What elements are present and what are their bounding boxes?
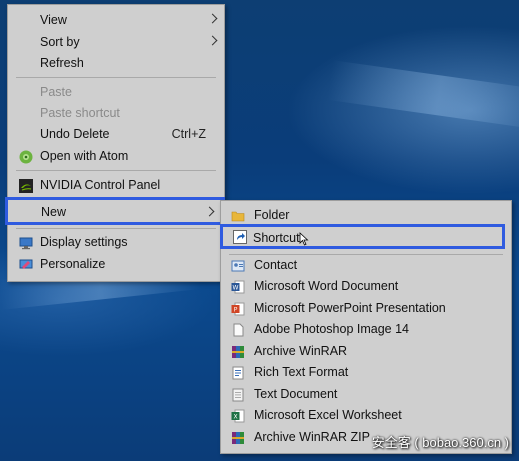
text-document-icon (231, 388, 245, 402)
menu-item-label: View (40, 13, 67, 27)
winrar-zip-icon (231, 431, 245, 445)
shortcut-icon (233, 230, 247, 244)
menu-item-refresh[interactable]: Refresh (8, 53, 224, 74)
submenu-item-powerpoint-presentation[interactable]: P Microsoft PowerPoint Presentation (221, 298, 511, 319)
excel-icon: X (231, 409, 245, 423)
submenu-item-label: Microsoft Excel Worksheet (254, 408, 402, 422)
svg-text:X: X (233, 414, 237, 421)
menu-item-paste[interactable]: Paste (8, 82, 224, 103)
menu-item-undo-delete[interactable]: Undo Delete Ctrl+Z (8, 124, 224, 145)
submenu-item-label: Rich Text Format (254, 365, 349, 379)
submenu-item-label: Microsoft Word Document (254, 279, 399, 293)
menu-item-label: Display settings (40, 235, 128, 249)
light-beam (327, 60, 519, 131)
rich-text-icon (231, 366, 245, 380)
chevron-right-icon (207, 35, 218, 46)
submenu-item-contact[interactable]: Contact (221, 255, 511, 276)
submenu-item-label: Text Document (254, 387, 338, 401)
menu-item-new[interactable]: New (5, 197, 225, 225)
submenu-item-label: Contact (254, 258, 298, 272)
svg-text:W: W (233, 285, 239, 292)
submenu-item-folder[interactable]: Folder (221, 205, 511, 226)
new-submenu: Folder Shortcut Contact W Microsoft Word… (220, 200, 512, 454)
chevron-right-icon (207, 13, 218, 24)
menu-separator (16, 77, 216, 78)
blank-document-icon (231, 323, 245, 337)
svg-text:P: P (234, 307, 238, 314)
menu-item-sort-by[interactable]: Sort by (8, 32, 224, 53)
submenu-item-excel-worksheet[interactable]: X Microsoft Excel Worksheet (221, 405, 511, 426)
menu-item-label: Refresh (40, 56, 84, 70)
submenu-item-label: Shortcut (253, 231, 300, 245)
contact-icon (231, 259, 245, 273)
menu-item-display-settings[interactable]: Display settings (8, 232, 224, 253)
menu-item-paste-shortcut[interactable]: Paste shortcut (8, 103, 224, 124)
menu-item-label: New (41, 205, 67, 219)
folder-icon (231, 209, 245, 223)
menu-item-open-with-atom[interactable]: Open with Atom (8, 146, 224, 167)
desktop-context-menu: View Sort by Refresh Paste Paste shortcu… (5, 4, 225, 282)
submenu-item-rich-text-format[interactable]: Rich Text Format (221, 362, 511, 383)
menu-item-label: Sort by (40, 35, 80, 49)
submenu-item-label: Folder (254, 208, 290, 222)
submenu-item-label: Microsoft PowerPoint Presentation (254, 301, 446, 315)
winrar-icon (231, 345, 245, 359)
menu-item-label: Open with Atom (40, 149, 129, 163)
submenu-item-label: Archive WinRAR (254, 344, 348, 358)
word-document-icon: W (231, 280, 245, 294)
mouse-cursor-icon (299, 232, 309, 246)
personalize-icon (19, 258, 33, 272)
menu-item-label: Undo Delete (40, 127, 110, 141)
submenu-item-photoshop-image[interactable]: Adobe Photoshop Image 14 (221, 319, 511, 340)
menu-item-label: Personalize (40, 257, 106, 271)
menu-item-shortcut: Ctrl+Z (171, 127, 206, 141)
submenu-item-label: Archive WinRAR ZIP (254, 430, 370, 444)
submenu-item-label: Adobe Photoshop Image 14 (254, 322, 409, 336)
menu-item-nvidia-control-panel[interactable]: NVIDIA Control Panel (8, 175, 224, 196)
menu-separator (16, 228, 216, 229)
atom-icon (19, 150, 33, 164)
submenu-item-shortcut[interactable]: Shortcut (220, 224, 505, 249)
nvidia-icon (19, 179, 33, 193)
menu-item-label: Paste (40, 85, 72, 99)
watermark-text: 安全客 ( bobao.360.cn ) (371, 435, 509, 450)
submenu-item-text-document[interactable]: Text Document (221, 384, 511, 405)
menu-item-personalize[interactable]: Personalize (8, 254, 224, 275)
submenu-item-archive-winrar[interactable]: Archive WinRAR (221, 341, 511, 362)
chevron-right-icon (204, 206, 215, 217)
menu-item-label: Paste shortcut (40, 106, 120, 120)
menu-separator (16, 170, 216, 171)
powerpoint-icon: P (231, 302, 245, 316)
display-icon (19, 236, 33, 250)
menu-item-view[interactable]: View (8, 10, 224, 31)
menu-item-label: NVIDIA Control Panel (40, 178, 161, 192)
submenu-item-word-document[interactable]: W Microsoft Word Document (221, 276, 511, 297)
